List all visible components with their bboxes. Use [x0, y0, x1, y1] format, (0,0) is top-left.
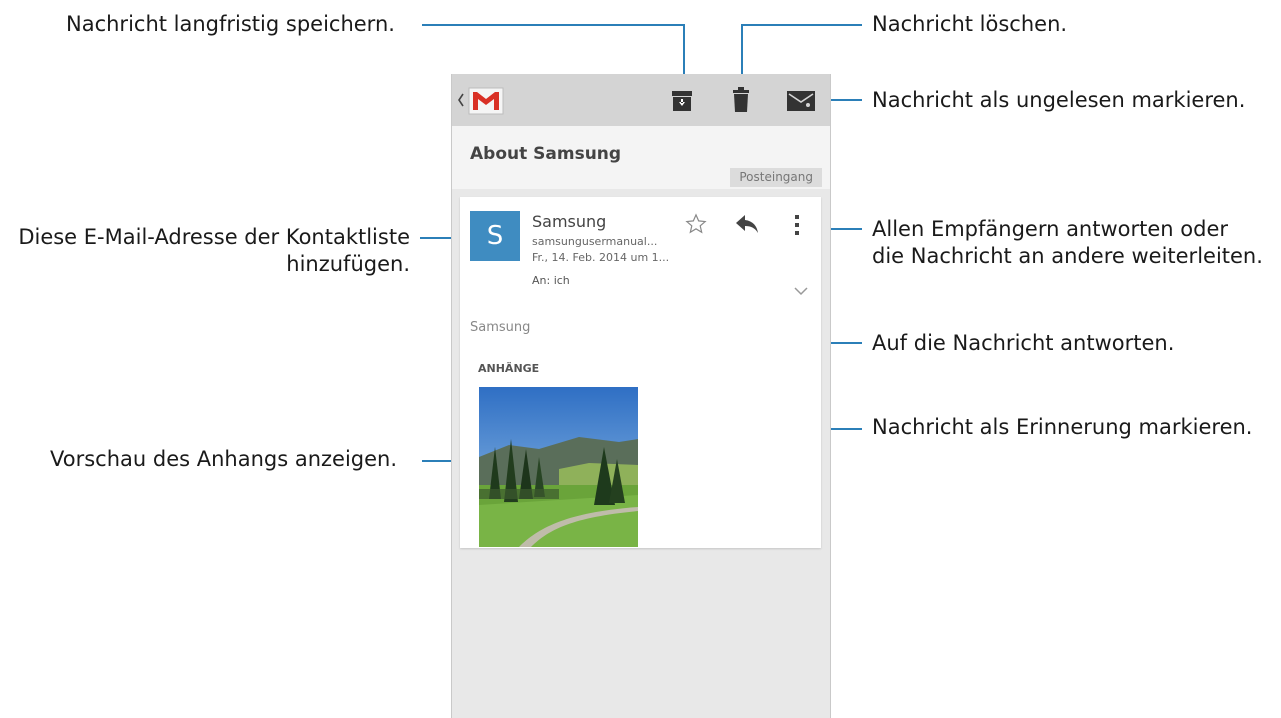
- callout-delete: Nachricht löschen.: [872, 12, 1068, 36]
- sender-name: Samsung: [532, 212, 607, 231]
- callout-reply-all: Allen Empfängern antworten oder die Nach…: [872, 216, 1263, 270]
- callout-star: Nachricht als Erinnerung markieren.: [872, 415, 1253, 439]
- recipients: An: ich: [532, 274, 570, 287]
- callout-add-contact-line2: hinzufügen.: [286, 252, 410, 276]
- action-bar: [452, 74, 830, 126]
- envelope-icon[interactable]: [787, 91, 815, 111]
- leader-archive-h: [422, 24, 684, 26]
- trash-icon[interactable]: [732, 87, 750, 113]
- callout-reply: Auf die Nachricht antworten.: [872, 331, 1175, 355]
- sender-address: samsungusermanual...: [532, 235, 658, 248]
- reply-icon[interactable]: [735, 214, 759, 234]
- star-icon[interactable]: [685, 213, 707, 235]
- message-date: Fr., 14. Feb. 2014 um 1...: [532, 251, 670, 264]
- subject-header: About Samsung Posteingang: [452, 126, 830, 189]
- leader-delete-h: [741, 24, 862, 26]
- callout-archive: Nachricht langfristig speichern.: [66, 12, 395, 36]
- message-body: Samsung: [470, 320, 531, 335]
- callout-mark-unread: Nachricht als ungelesen markieren.: [872, 88, 1246, 112]
- callout-preview: Vorschau des Anhangs anzeigen.: [50, 447, 398, 471]
- chevron-down-icon[interactable]: [793, 281, 809, 296]
- message-card: S Samsung samsungusermanual... Fr., 14. …: [460, 197, 821, 548]
- callout-add-contact-line1: Diese E-Mail-Adresse der Kontaktliste: [18, 225, 410, 249]
- callout-reply-all-line1: Allen Empfängern antworten oder: [872, 217, 1229, 241]
- message-subject: About Samsung: [470, 144, 622, 164]
- attachments-heading: ANHÄNGE: [478, 362, 540, 375]
- phone-screen: About Samsung Posteingang S Samsung sams…: [451, 74, 831, 718]
- back-chevron-icon[interactable]: [456, 90, 466, 110]
- archive-icon[interactable]: [670, 89, 694, 113]
- gmail-icon[interactable]: [467, 84, 505, 116]
- attachment-preview[interactable]: [479, 387, 638, 547]
- message-view: About Samsung Posteingang S Samsung sams…: [452, 126, 830, 718]
- callout-add-contact: Diese E-Mail-Adresse der Kontaktliste hi…: [18, 224, 410, 278]
- label-badge[interactable]: Posteingang: [730, 168, 822, 187]
- sender-avatar[interactable]: S: [470, 211, 520, 261]
- overflow-menu-icon[interactable]: [793, 213, 801, 237]
- callout-reply-all-line2: die Nachricht an andere weiterleiten.: [872, 244, 1263, 268]
